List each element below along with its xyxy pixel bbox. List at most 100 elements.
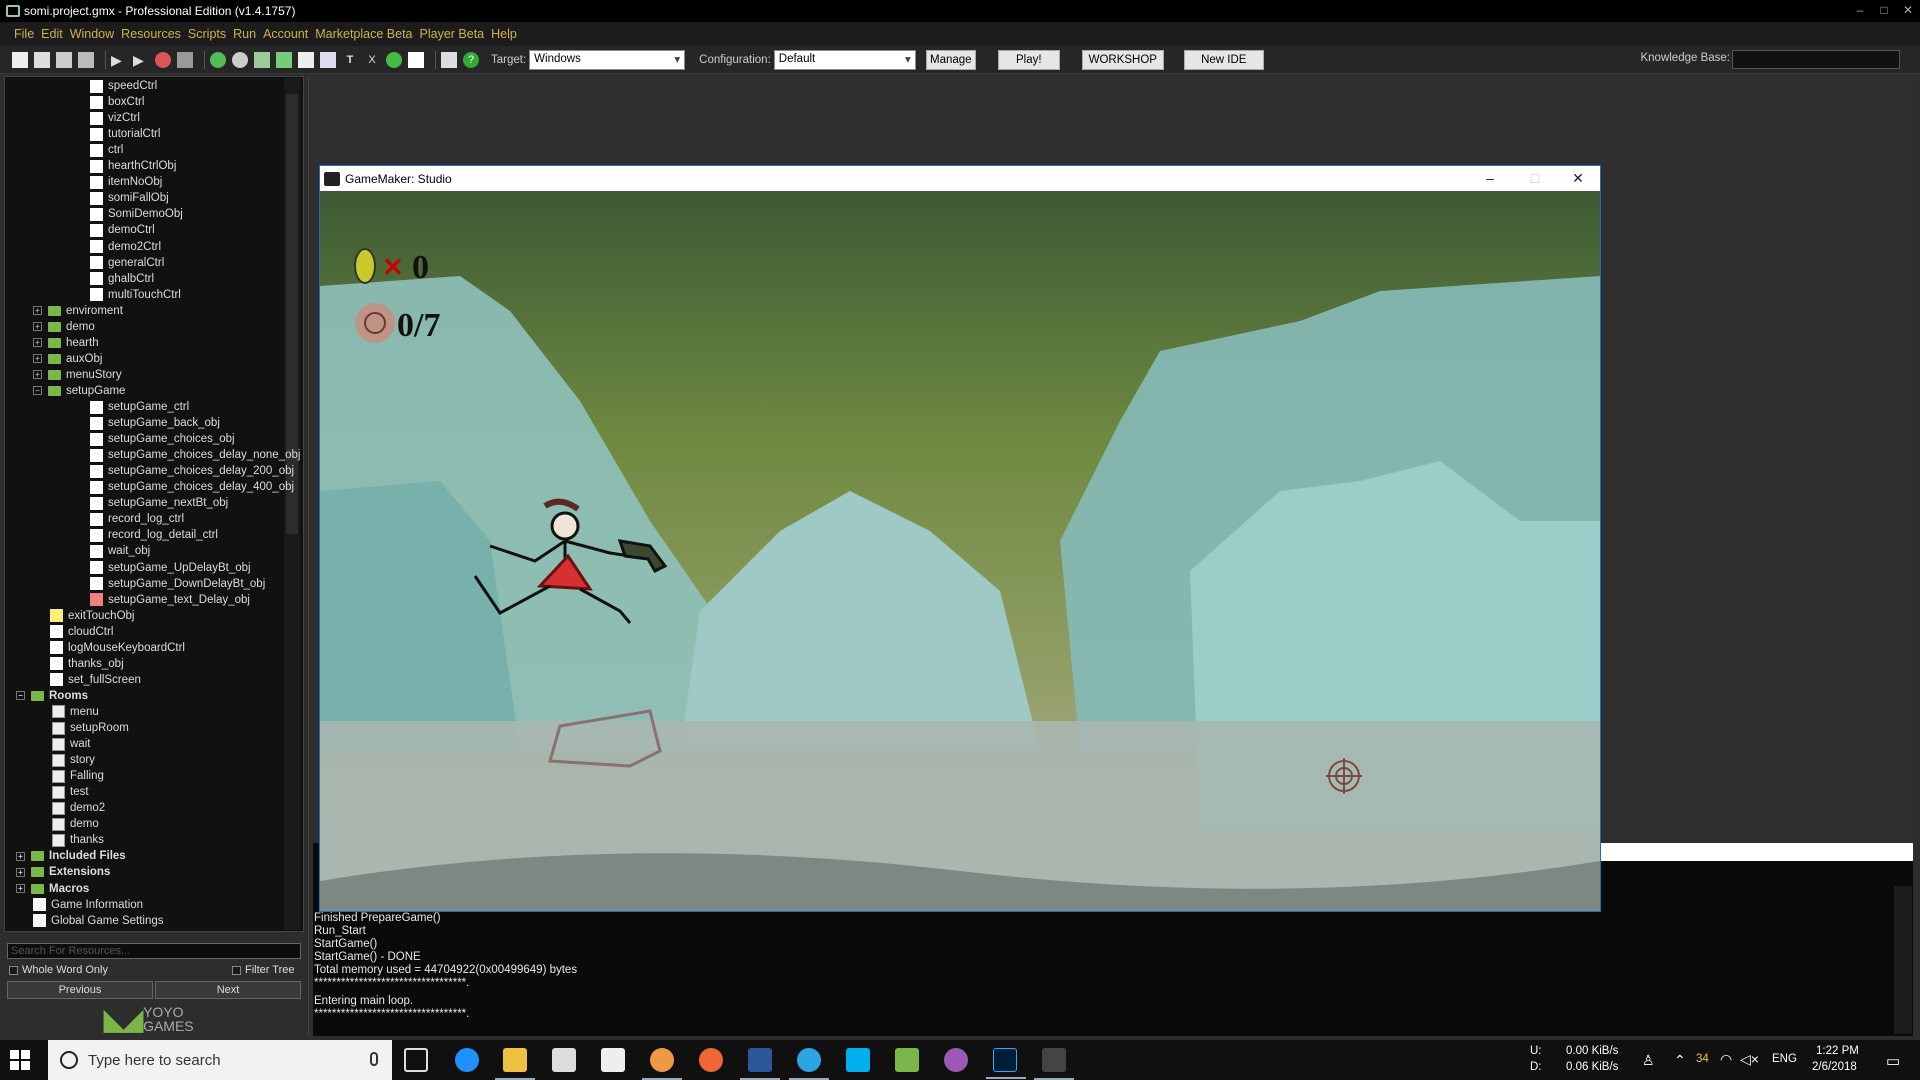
windows-start-icon[interactable] xyxy=(10,1050,30,1070)
tree-item[interactable]: generalCtrl xyxy=(90,255,164,271)
next-button[interactable]: Next xyxy=(155,981,301,999)
open-project-icon[interactable] xyxy=(34,51,50,68)
tree-item[interactable]: setupGame_choices_delay_200_obj xyxy=(90,463,294,479)
menu-file[interactable]: File xyxy=(14,27,34,41)
firefox-icon[interactable] xyxy=(699,1048,723,1072)
tree-item[interactable]: setupGame_choices_obj xyxy=(90,431,235,447)
menu-resources[interactable]: Resources xyxy=(121,27,181,41)
expand-toggle-icon[interactable]: + xyxy=(33,322,42,332)
filter-tree-checkbox[interactable] xyxy=(232,965,241,975)
knowledge-base-input[interactable] xyxy=(1732,50,1900,69)
tree-item[interactable]: Global Game Settings xyxy=(33,913,164,929)
tree-item[interactable]: logMouseKeyboardCtrl xyxy=(50,640,185,656)
menu-marketplace[interactable]: Marketplace Beta xyxy=(315,27,412,41)
word-icon[interactable] xyxy=(740,1048,780,1080)
tree-item[interactable]: hearthCtrlObj xyxy=(90,158,176,174)
expand-toggle-icon[interactable]: + xyxy=(33,354,42,364)
tree-item[interactable]: exitTouchObj xyxy=(50,608,134,624)
help-icon[interactable]: ? xyxy=(463,51,479,68)
maximize-button[interactable]: □ xyxy=(1872,0,1896,22)
expand-toggle-icon[interactable]: + xyxy=(33,306,42,316)
tray-badge[interactable]: 34 xyxy=(1696,1053,1709,1065)
play-button[interactable]: Play! xyxy=(997,49,1060,70)
menu-run[interactable]: Run xyxy=(233,27,256,41)
font-icon[interactable]: T xyxy=(342,52,358,68)
tree-item[interactable]: set_fullScreen xyxy=(50,672,141,688)
expand-toggle-icon[interactable]: + xyxy=(16,851,25,861)
manage-button[interactable]: Manage xyxy=(925,49,976,70)
volume-mute-icon[interactable]: ◁× xyxy=(1740,1051,1759,1068)
new-project-icon[interactable] xyxy=(12,51,28,68)
show-hidden-icons-icon[interactable]: ⌃ xyxy=(1674,1052,1686,1069)
menu-player[interactable]: Player Beta xyxy=(420,27,485,41)
tree-item[interactable]: story xyxy=(52,752,95,768)
tree-item[interactable]: demo2 xyxy=(52,800,105,816)
clock-date[interactable]: 2/6/2018 xyxy=(1812,1061,1857,1073)
gamemaker-runner-taskbar-icon[interactable] xyxy=(1034,1048,1074,1080)
run-icon[interactable]: ▶ xyxy=(111,52,127,68)
stop-icon[interactable] xyxy=(155,51,171,68)
tree-item[interactable]: setupGame_UpDelayBt_obj xyxy=(90,560,251,576)
tree-item[interactable]: wait xyxy=(52,736,90,752)
background-icon[interactable] xyxy=(254,51,270,68)
tree-item[interactable]: multiTouchCtrl xyxy=(90,287,181,303)
tree-item[interactable]: + hearth xyxy=(33,335,99,351)
tree-item[interactable]: − Rooms xyxy=(16,688,88,704)
telegram-icon[interactable] xyxy=(789,1048,829,1080)
new-ide-button[interactable]: New IDE xyxy=(1183,49,1264,70)
game-minimize-button[interactable]: – xyxy=(1470,168,1510,188)
workshop-button[interactable]: WORKSHOP xyxy=(1081,49,1164,70)
tree-item[interactable]: menu xyxy=(52,704,99,720)
task-view-icon[interactable] xyxy=(404,1048,428,1072)
sound-icon[interactable] xyxy=(232,51,248,68)
menu-account[interactable]: Account xyxy=(263,27,308,41)
game-close-button[interactable]: ✕ xyxy=(1558,168,1598,188)
tree-item[interactable]: test xyxy=(52,784,89,800)
menu-help[interactable]: Help xyxy=(491,27,517,41)
tree-item[interactable]: setupGame_choices_delay_400_obj xyxy=(90,479,294,495)
output-scrollbar[interactable] xyxy=(1894,886,1912,1034)
path-icon[interactable] xyxy=(276,51,292,68)
tree-item[interactable]: + enviroment xyxy=(33,303,123,319)
tree-item[interactable]: record_log_ctrl xyxy=(90,511,184,527)
tree-item[interactable]: + auxObj xyxy=(33,351,102,367)
tree-item[interactable]: thanks_obj xyxy=(50,656,124,672)
gamemaker-taskbar-icon[interactable] xyxy=(895,1048,919,1072)
tree-item[interactable]: setupGame_ctrl xyxy=(90,399,189,415)
tree-item[interactable]: Falling xyxy=(52,768,104,784)
github-desktop-icon[interactable] xyxy=(944,1048,968,1072)
microphone-icon[interactable] xyxy=(370,1052,378,1066)
debug-icon[interactable]: ▶ xyxy=(133,52,149,68)
tree-item[interactable]: demo2Ctrl xyxy=(90,239,161,255)
file-explorer-icon[interactable] xyxy=(495,1048,535,1080)
shader-icon[interactable] xyxy=(320,51,336,68)
store-icon[interactable] xyxy=(552,1048,576,1072)
edge-icon[interactable] xyxy=(455,1048,479,1072)
expand-toggle-icon[interactable]: − xyxy=(16,691,25,701)
export-icon[interactable] xyxy=(78,51,94,68)
game-maximize-button[interactable]: □ xyxy=(1515,168,1555,188)
tree-item[interactable]: ctrl xyxy=(90,142,123,158)
filter-tree-option[interactable]: Filter Tree xyxy=(232,963,295,977)
tree-item[interactable]: setupRoom xyxy=(52,720,129,736)
tree-item[interactable]: somiFallObj xyxy=(90,190,169,206)
tree-item[interactable]: vizCtrl xyxy=(90,110,140,126)
script-icon[interactable] xyxy=(298,51,314,68)
create-executable-icon[interactable] xyxy=(177,51,193,68)
menu-window[interactable]: Window xyxy=(70,27,114,41)
tree-item[interactable]: + Extensions xyxy=(16,864,110,880)
menu-scripts[interactable]: Scripts xyxy=(188,27,226,41)
whole-word-option[interactable]: Whole Word Only xyxy=(9,963,108,977)
configuration-select[interactable]: Default xyxy=(773,49,916,70)
tree-item[interactable]: + demo xyxy=(33,319,95,335)
notifications-icon[interactable]: ▭ xyxy=(1886,1052,1900,1070)
game-canvas[interactable]: ✕ 0 0/7 xyxy=(320,191,1600,911)
tree-item[interactable]: thanks xyxy=(52,832,104,848)
tree-item[interactable]: setupGame_DownDelayBt_obj xyxy=(90,576,265,592)
expand-toggle-icon[interactable]: − xyxy=(33,386,42,396)
room-icon[interactable] xyxy=(408,51,424,68)
tree-item[interactable]: cloudCtrl xyxy=(50,624,113,640)
wifi-icon[interactable]: ◠ xyxy=(1720,1051,1732,1068)
target-select[interactable]: Windows xyxy=(529,49,686,70)
expand-toggle-icon[interactable]: + xyxy=(16,867,25,877)
